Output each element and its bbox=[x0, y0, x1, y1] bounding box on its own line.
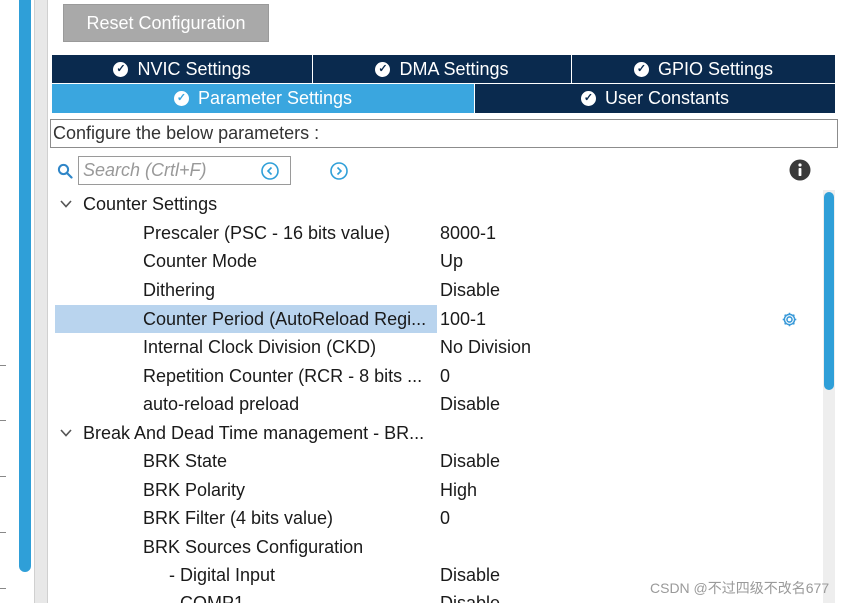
chevron-right-icon[interactable] bbox=[329, 161, 349, 181]
param-value[interactable]: Disable bbox=[440, 589, 500, 603]
param-name: Counter Period (AutoReload Regi... bbox=[143, 309, 427, 329]
param-name: - COMP1 bbox=[169, 593, 245, 603]
param-value[interactable]: No Division bbox=[440, 333, 531, 361]
chevron-down-icon[interactable] bbox=[59, 198, 73, 210]
param-value[interactable]: Disable bbox=[440, 447, 500, 475]
param-value[interactable]: 100-1 bbox=[440, 305, 486, 333]
param-row-selected[interactable]: Counter Period (AutoReload Regi... 100-1 bbox=[55, 305, 825, 333]
tab-label: NVIC Settings bbox=[137, 58, 251, 79]
gear-icon[interactable] bbox=[781, 311, 798, 328]
search-icon[interactable] bbox=[57, 163, 73, 179]
param-value[interactable]: 0 bbox=[440, 362, 450, 390]
param-value[interactable]: Up bbox=[440, 247, 463, 275]
param-row[interactable]: BRK State Disable bbox=[55, 447, 825, 475]
left-tick bbox=[0, 532, 6, 533]
check-icon: ✓ bbox=[580, 91, 596, 106]
param-name: Counter Mode bbox=[143, 251, 258, 271]
search-toolbar bbox=[55, 155, 825, 185]
left-tick bbox=[0, 588, 6, 589]
param-value[interactable]: 0 bbox=[440, 504, 450, 532]
group-label: Counter Settings bbox=[83, 194, 218, 214]
param-row[interactable]: Dithering Disable bbox=[55, 276, 825, 304]
param-value[interactable]: 8000-1 bbox=[440, 219, 496, 247]
left-scrollbar-thumb[interactable] bbox=[19, 0, 31, 572]
watermark-text: CSDN @不过四级不改名677 bbox=[650, 580, 830, 596]
info-icon[interactable] bbox=[789, 159, 811, 181]
tab-dma-settings[interactable]: ✓ DMA Settings bbox=[313, 55, 572, 83]
param-row[interactable]: Repetition Counter (RCR - 8 bits ... 0 bbox=[55, 362, 825, 390]
tab-bar-top: ✓ NVIC Settings ✓ DMA Settings ✓ GPIO Se… bbox=[52, 55, 835, 83]
chevron-down-icon[interactable] bbox=[59, 427, 73, 439]
param-name: BRK State bbox=[143, 451, 228, 471]
check-icon: ✓ bbox=[633, 61, 649, 77]
check-icon: ✓ bbox=[173, 91, 189, 106]
left-tick bbox=[0, 365, 6, 366]
param-value[interactable]: Disable bbox=[440, 276, 500, 304]
param-name: BRK Filter (4 bits value) bbox=[143, 508, 334, 528]
vertical-scrollbar-thumb[interactable] bbox=[824, 192, 834, 390]
check-icon: ✓ bbox=[113, 61, 129, 77]
param-name: - Digital Input bbox=[169, 565, 276, 585]
param-name: BRK Polarity bbox=[143, 480, 246, 500]
tab-parameter-settings[interactable]: ✓ Parameter Settings bbox=[52, 84, 475, 113]
tab-label: DMA Settings bbox=[399, 58, 509, 79]
param-value[interactable]: Disable bbox=[440, 561, 500, 589]
configure-hint-box: Configure the below parameters : bbox=[50, 119, 838, 148]
param-name: Repetition Counter (RCR - 8 bits ... bbox=[143, 366, 423, 386]
configure-hint-text: Configure the below parameters : bbox=[53, 123, 320, 143]
group-counter-settings[interactable]: Counter Settings bbox=[55, 190, 825, 218]
param-row[interactable]: Counter Mode Up bbox=[55, 247, 825, 275]
tab-user-constants[interactable]: ✓ User Constants bbox=[475, 84, 835, 113]
left-tick bbox=[0, 476, 6, 477]
param-row[interactable]: BRK Polarity High bbox=[55, 476, 825, 504]
param-value[interactable]: High bbox=[440, 476, 477, 504]
tab-bar-bottom: ✓ Parameter Settings ✓ User Constants bbox=[52, 84, 835, 113]
left-scrollbar-track[interactable] bbox=[34, 0, 48, 603]
group-label: Break And Dead Time management - BR... bbox=[83, 423, 425, 443]
param-row[interactable]: BRK Sources Configuration bbox=[55, 533, 825, 561]
param-row[interactable]: auto-reload preload Disable bbox=[55, 390, 825, 418]
param-name: Prescaler (PSC - 16 bits value) bbox=[143, 223, 391, 243]
tab-label: GPIO Settings bbox=[657, 58, 774, 79]
param-name: BRK Sources Configuration bbox=[143, 537, 364, 557]
param-row[interactable]: Internal Clock Division (CKD) No Divisio… bbox=[55, 333, 825, 361]
param-name: Internal Clock Division (CKD) bbox=[143, 337, 377, 357]
parameter-tree: Counter Settings Prescaler (PSC - 16 bit… bbox=[55, 190, 825, 603]
tab-label: Parameter Settings bbox=[197, 88, 353, 108]
param-value[interactable]: Disable bbox=[440, 390, 500, 418]
reset-configuration-button[interactable]: Reset Configuration bbox=[63, 4, 269, 42]
check-icon: ✓ bbox=[375, 61, 391, 77]
param-name: auto-reload preload bbox=[143, 394, 300, 414]
group-break-dead-time[interactable]: Break And Dead Time management - BR... bbox=[55, 419, 825, 447]
tab-nvic-settings[interactable]: ✓ NVIC Settings bbox=[52, 55, 313, 83]
param-row[interactable]: BRK Filter (4 bits value) 0 bbox=[55, 504, 825, 532]
left-panel-strip bbox=[0, 0, 48, 603]
param-row[interactable]: Prescaler (PSC - 16 bits value) 8000-1 bbox=[55, 219, 825, 247]
param-name: Dithering bbox=[143, 280, 216, 300]
left-tick bbox=[0, 420, 6, 421]
chevron-left-icon[interactable] bbox=[260, 161, 280, 181]
tab-gpio-settings[interactable]: ✓ GPIO Settings bbox=[572, 55, 835, 83]
tab-label: User Constants bbox=[604, 88, 730, 108]
